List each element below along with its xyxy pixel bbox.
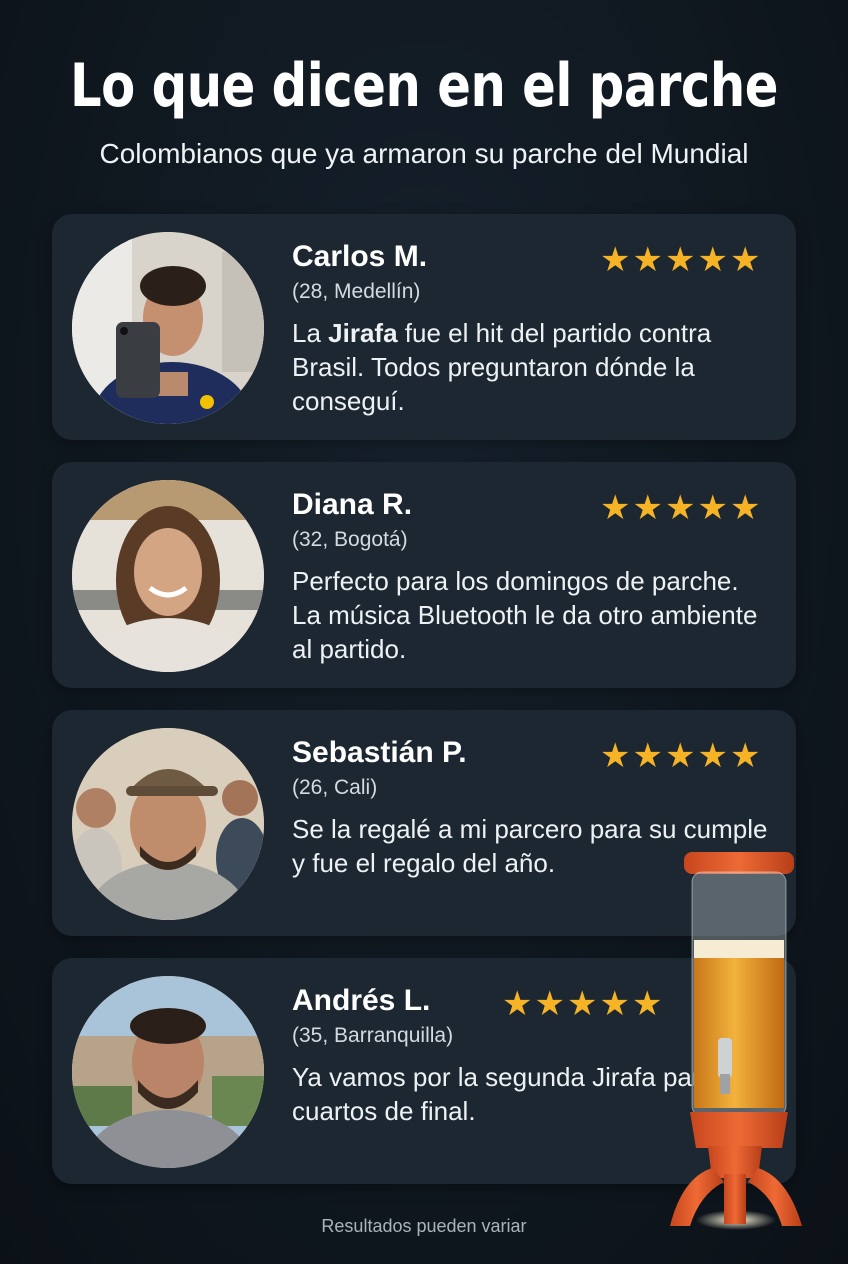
- rating-stars: ★ ★ ★ ★ ★: [600, 490, 760, 526]
- star-icon: ★: [664, 240, 696, 280]
- star-icon: ★: [631, 984, 663, 1024]
- reviewer-name: Diana R.: [292, 488, 413, 521]
- avatar: [72, 976, 264, 1168]
- rating-stars: ★ ★ ★ ★ ★: [600, 738, 760, 774]
- quote-text: La: [292, 318, 329, 348]
- rating-stars: ★ ★ ★ ★ ★: [600, 242, 760, 278]
- review-card-carlos: Carlos M. ★ ★ ★ ★ ★ (28, Medellín) La Ji…: [52, 214, 796, 440]
- star-icon: ★: [729, 488, 761, 528]
- star-icon: ★: [599, 984, 630, 1024]
- star-icon: ★: [600, 488, 631, 528]
- reviewer-meta: (28, Medellín): [292, 280, 421, 303]
- reviewer-name: Sebastián P.: [292, 736, 467, 769]
- star-icon: ★: [632, 736, 663, 776]
- star-icon: ★: [664, 488, 696, 528]
- star-icon: ★: [566, 984, 598, 1024]
- reviewer-meta: (26, Cali): [292, 776, 378, 799]
- star-icon: ★: [697, 240, 728, 280]
- star-icon: ★: [729, 240, 761, 280]
- star-icon: ★: [697, 736, 728, 776]
- reviewer-name: Andrés L.: [292, 984, 431, 1017]
- reviewer-name: Carlos M.: [292, 240, 428, 273]
- reviewer-meta: (32, Bogotá): [292, 528, 408, 551]
- star-icon: ★: [632, 488, 663, 528]
- star-icon: ★: [600, 736, 631, 776]
- page-title: Lo que dicen en el parche: [69, 51, 779, 121]
- star-icon: ★: [729, 736, 761, 776]
- star-icon: ★: [664, 736, 696, 776]
- avatar: [72, 728, 264, 920]
- star-icon: ★: [697, 488, 728, 528]
- avatar: [72, 232, 264, 424]
- review-card-diana: Diana R. ★ ★ ★ ★ ★ (32, Bogotá) Perfecto…: [52, 462, 796, 688]
- review-quote: Perfecto para los domingos de parche. La…: [292, 564, 772, 666]
- reviewer-meta: (35, Barranquilla): [292, 1024, 454, 1047]
- avatar: [72, 480, 264, 672]
- star-icon: ★: [534, 984, 565, 1024]
- star-icon: ★: [600, 240, 631, 280]
- beer-tower-dispenser-icon: [662, 848, 806, 1232]
- star-icon: ★: [632, 240, 663, 280]
- page-subtitle: Colombianos que ya armaron su parche del…: [99, 138, 749, 169]
- quote-text: Perfecto para los domingos de parche. La…: [292, 566, 758, 664]
- quote-product-name: Jirafa: [328, 318, 398, 348]
- disclaimer: Resultados pueden variar: [321, 1216, 527, 1236]
- star-icon: ★: [502, 984, 533, 1024]
- review-quote: La Jirafa fue el hit del partido contra …: [292, 316, 772, 418]
- rating-stars: ★ ★ ★ ★ ★: [502, 986, 662, 1022]
